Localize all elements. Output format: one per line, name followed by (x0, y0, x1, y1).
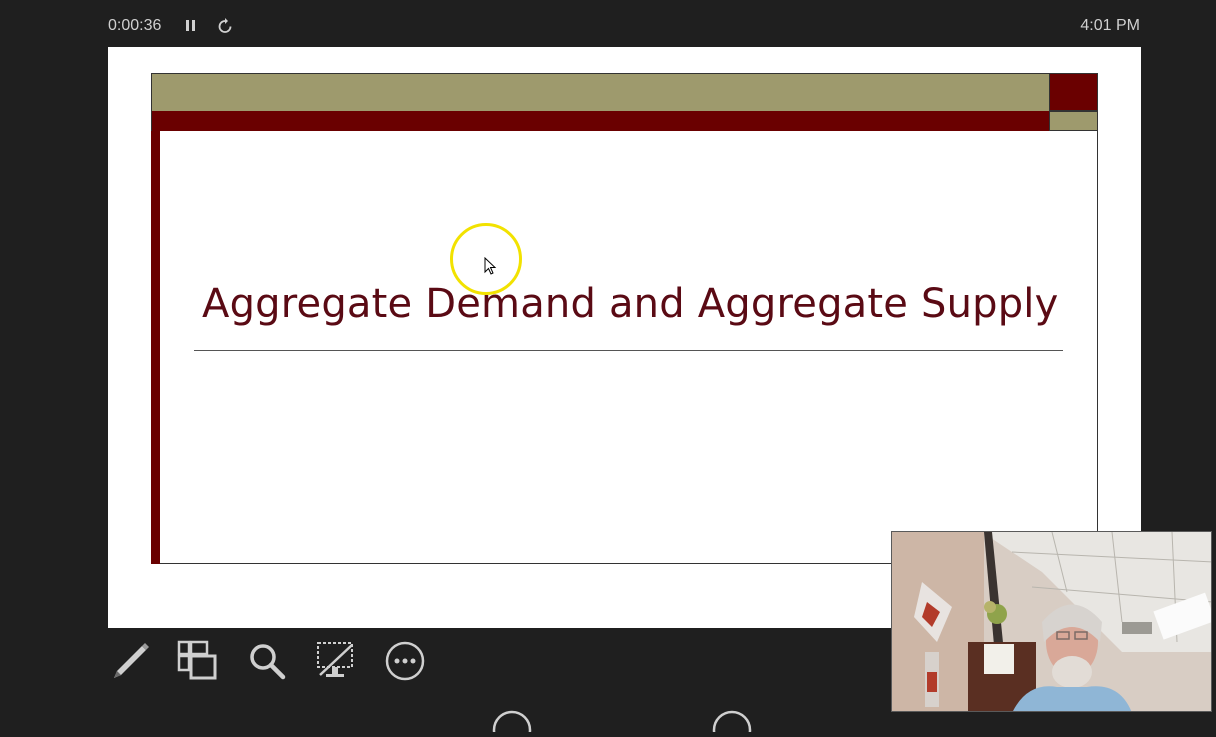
elapsed-timer: 0:00:36 (108, 17, 162, 34)
pen-icon[interactable] (108, 638, 152, 684)
next-slide-icon[interactable] (712, 708, 752, 737)
title-underline (194, 350, 1063, 351)
black-screen-icon[interactable] (314, 638, 358, 684)
zoom-icon[interactable] (245, 638, 289, 684)
slide-corner-maroon-block (1049, 73, 1098, 111)
slide-corner-olive-block (1049, 111, 1098, 131)
more-options-icon[interactable] (383, 638, 427, 684)
slide-header-olive-band (151, 73, 1050, 112)
see-all-slides-icon[interactable] (176, 638, 220, 684)
slide-content-frame (160, 131, 1098, 564)
mouse-cursor-icon (484, 256, 498, 277)
slide-left-accent-bar (151, 131, 160, 564)
presenter-toolbar (108, 638, 448, 688)
current-time: 4:01 PM (1080, 17, 1140, 34)
restart-icon[interactable] (216, 16, 234, 36)
presenter-webcam-video (891, 531, 1212, 712)
slide-header-maroon-band (151, 111, 1050, 131)
pause-icon[interactable] (184, 17, 198, 35)
previous-slide-icon[interactable] (492, 708, 532, 737)
slide-title: Aggregate Demand and Aggregate Supply (202, 281, 1059, 327)
presenter-top-bar: 0:00:36 4:01 PM (0, 0, 1216, 46)
